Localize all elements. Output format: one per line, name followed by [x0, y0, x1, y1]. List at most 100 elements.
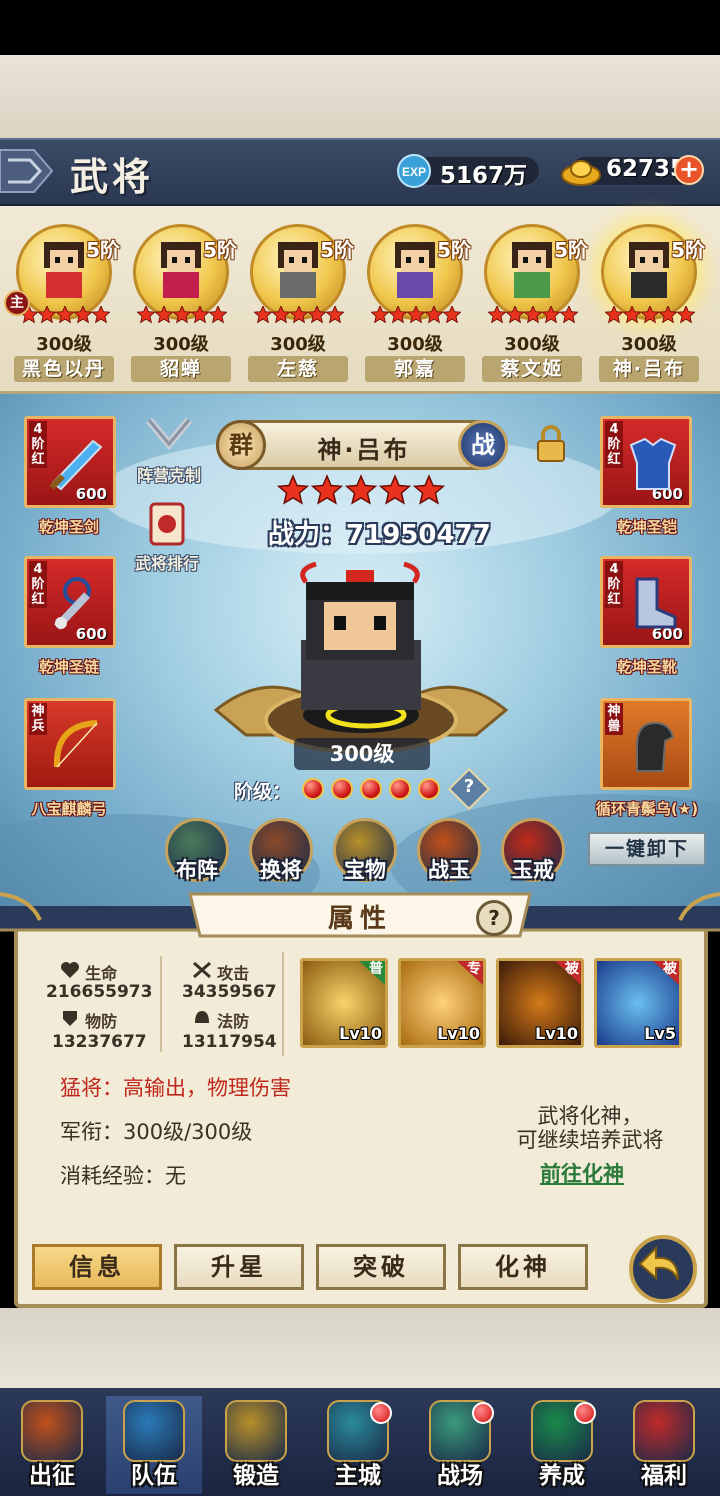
roster-hero-card[interactable]: 5阶 300级 郭嘉 [359, 218, 471, 383]
star-icon [378, 474, 412, 505]
star-icon [289, 306, 309, 324]
star-icon [412, 474, 446, 505]
hero-stars [276, 474, 446, 505]
hero-level: 300级 [270, 334, 326, 355]
nav-item-2[interactable]: 队伍 [106, 1396, 202, 1494]
notification-dot [574, 1402, 596, 1424]
exp-cost-text: 消耗经验：无 [60, 1164, 186, 1188]
function-button-5[interactable]: 玉戒 [498, 818, 568, 884]
equipment-grade: 4阶红 [605, 421, 623, 468]
nav-label: 福利 [641, 1463, 687, 1489]
stats-divider [160, 956, 162, 1052]
star-icon [271, 306, 291, 324]
page-title: 武将 [70, 155, 155, 199]
star-icon [371, 306, 390, 324]
hero-ranking-button[interactable]: 武将排行 [124, 496, 210, 574]
star-icon [276, 474, 310, 505]
function-button-2[interactable]: 换将 [246, 818, 316, 884]
function-label: 玉戒 [512, 858, 554, 882]
roster-hero-card[interactable]: 5阶 300级 蔡文姬 [476, 218, 588, 383]
skill-slot[interactable]: 普 Lv10 [300, 958, 388, 1048]
tab-3[interactable]: 突破 [316, 1244, 446, 1290]
nav-item-7[interactable]: 福利 [616, 1396, 712, 1494]
star-icon [325, 306, 344, 324]
roster-hero-card[interactable]: 5阶 300级 黑色以丹 主 [4, 218, 120, 383]
skill-level: Lv5 [644, 1024, 676, 1043]
stage-gem-icon [302, 778, 324, 800]
status-bar [0, 0, 720, 55]
skill-type-tag: 专 [457, 961, 483, 985]
hero-avatar [629, 242, 669, 298]
equipment-label: 乾坤圣靴 [616, 658, 677, 676]
nav-icon [633, 1400, 695, 1462]
star-icon [344, 474, 378, 505]
hp-stat: 生命 [60, 960, 117, 984]
equipment-label: 循环青鬃乌(★) [595, 800, 699, 818]
tab-1[interactable]: 信息 [32, 1244, 162, 1290]
unequip-all-button[interactable]: 一键卸下 [588, 832, 706, 866]
stage-gem-icon [418, 778, 440, 800]
add-gold-button[interactable]: + [674, 155, 704, 185]
skill-slot[interactable]: 被 Lv10 [496, 958, 584, 1048]
tab-4[interactable]: 化神 [458, 1244, 588, 1290]
hp-value: 216655973 [46, 982, 153, 1002]
stage-label: 阶级： [234, 781, 292, 803]
equipment-slot[interactable]: 4阶红 600 [600, 416, 692, 508]
roster-hero-card[interactable]: 5阶 300级 左慈 [242, 218, 354, 383]
star-icon [406, 306, 426, 324]
mdef-value: 13117954 [182, 1032, 277, 1052]
equipment-slot[interactable]: 4阶红 600 [24, 556, 116, 648]
skill-type-tag: 被 [555, 961, 581, 985]
equipment-slot[interactable]: 4阶红 600 [600, 556, 692, 648]
star-icon [676, 306, 695, 324]
hero-stars-small [137, 306, 227, 324]
star-icon [488, 306, 507, 324]
hero-level: 300级 [621, 334, 677, 355]
stage-gem-icon [360, 778, 382, 800]
hero-power: 战力：71950477 [268, 520, 491, 550]
lock-icon[interactable] [534, 424, 568, 464]
nav-item-3[interactable]: 锻造 [208, 1396, 304, 1494]
roster-hero-card[interactable]: 5阶 300级 神·吕布 [593, 218, 705, 383]
faction-badge: 群 [216, 420, 266, 470]
hero-avatar [278, 242, 318, 298]
skill-slot[interactable]: 专 Lv10 [398, 958, 486, 1048]
hero-rank: 5阶 [671, 238, 705, 262]
armor-icon [63, 1011, 77, 1026]
crossed-swords-icon [145, 417, 193, 451]
equipment-grade: 4阶红 [29, 421, 47, 468]
nav-item-5[interactable]: 战场 [412, 1396, 508, 1494]
function-button-4[interactable]: 战玉 [414, 818, 484, 884]
hero-stars-small [488, 306, 578, 324]
atk-stat: 攻击 [192, 960, 249, 984]
equipment-label: 八宝麒麟弓 [31, 800, 107, 818]
equipment-slot[interactable]: 4阶红 600 [24, 416, 116, 508]
notification-dot [370, 1402, 392, 1424]
formation-counter-button[interactable]: 阵营克制 [126, 414, 212, 486]
skill-slot[interactable]: 被 Lv5 [594, 958, 682, 1048]
return-button[interactable] [628, 1234, 698, 1304]
equipment-slot[interactable]: 神兵 [24, 698, 116, 790]
top-paper-banner [0, 55, 720, 138]
equipment-label: 乾坤圣剑 [38, 518, 99, 536]
nav-item-6[interactable]: 养成 [514, 1396, 610, 1494]
star-icon [310, 474, 344, 505]
function-button-3[interactable]: 宝物 [330, 818, 400, 884]
star-icon [254, 306, 273, 324]
hero-stars-small [605, 306, 695, 324]
nav-item-1[interactable]: 出征 [4, 1396, 100, 1494]
hero-avatar [44, 242, 84, 298]
star-icon [424, 306, 444, 324]
attribute-help-button[interactable]: ? [476, 900, 512, 936]
hero-name: 神·吕布 [317, 436, 411, 464]
go-deify-link[interactable]: 前往化神 [540, 1158, 624, 1188]
formation-counter-label: 阵营克制 [136, 466, 201, 485]
function-button-1[interactable]: 布阵 [162, 818, 232, 884]
equipment-slot[interactable]: 神兽 [600, 698, 692, 790]
roster-hero-card[interactable]: 5阶 300级 貂蝉 [125, 218, 237, 383]
equipment-grade: 神兽 [605, 703, 623, 735]
nav-item-4[interactable]: 主城 [310, 1396, 406, 1494]
back-ornament-icon[interactable] [0, 140, 56, 202]
tab-2[interactable]: 升星 [174, 1244, 304, 1290]
swords-icon [193, 961, 211, 979]
